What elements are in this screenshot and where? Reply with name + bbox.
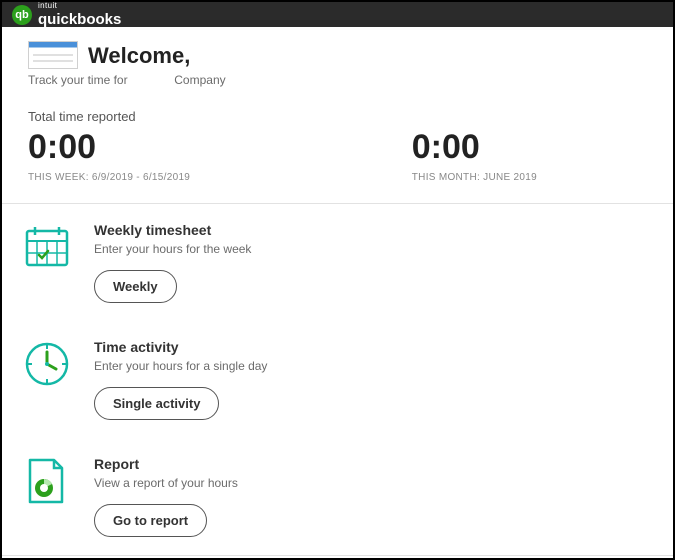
welcome-block: Welcome, Track your time for Company — [2, 27, 673, 95]
report-desc: View a report of your hours — [94, 476, 653, 490]
subtitle-prefix: Track your time for — [28, 73, 128, 87]
clock-icon — [22, 339, 72, 389]
summary-label: Total time reported — [28, 109, 412, 124]
app-header: qb intuit quickbooks — [2, 2, 673, 27]
weekly-desc: Enter your hours for the week — [94, 242, 653, 256]
month-total-value: 0:00 — [412, 130, 647, 164]
report-icon — [22, 456, 72, 506]
month-range-label: THIS MONTH: JUNE 2019 — [412, 172, 647, 183]
welcome-subtitle: Track your time for Company — [28, 73, 647, 87]
time-activity-section: Time activity Enter your hours for a sin… — [2, 321, 673, 438]
subtitle-suffix: Company — [174, 73, 225, 87]
brand-intuit: intuit — [38, 2, 121, 10]
welcome-title: Welcome, — [88, 43, 340, 68]
report-title: Report — [94, 456, 653, 472]
brand-product: quickbooks — [38, 11, 121, 28]
weekly-title: Weekly timesheet — [94, 222, 653, 238]
timesheet-thumbnail-icon — [28, 41, 78, 69]
welcome-prefix: Welcome — [88, 43, 184, 68]
footer: © 2019 Intuit. All rights reserved. Priv… — [2, 555, 673, 560]
quickbooks-logo-icon: qb — [12, 5, 32, 25]
weekly-button[interactable]: Weekly — [94, 270, 177, 303]
week-range-label: THIS WEEK: 6/9/2019 - 6/15/2019 — [28, 172, 412, 183]
weekly-timesheet-section: Weekly timesheet Enter your hours for th… — [2, 204, 673, 321]
single-desc: Enter your hours for a single day — [94, 359, 653, 373]
main-content: Welcome, Track your time for Company Tot… — [2, 27, 673, 555]
week-total-value: 0:00 — [28, 130, 412, 164]
redacted-name — [190, 47, 340, 69]
time-summary: Total time reported 0:00 THIS WEEK: 6/9/… — [2, 95, 673, 203]
brand-text: intuit quickbooks — [38, 2, 121, 27]
report-section: Report View a report of your hours Go to… — [2, 438, 673, 555]
go-to-report-button[interactable]: Go to report — [94, 504, 207, 537]
summary-label-spacer — [412, 109, 647, 124]
logo-glyph: qb — [15, 9, 28, 21]
single-title: Time activity — [94, 339, 653, 355]
calendar-week-icon — [22, 222, 72, 272]
single-activity-button[interactable]: Single activity — [94, 387, 219, 420]
